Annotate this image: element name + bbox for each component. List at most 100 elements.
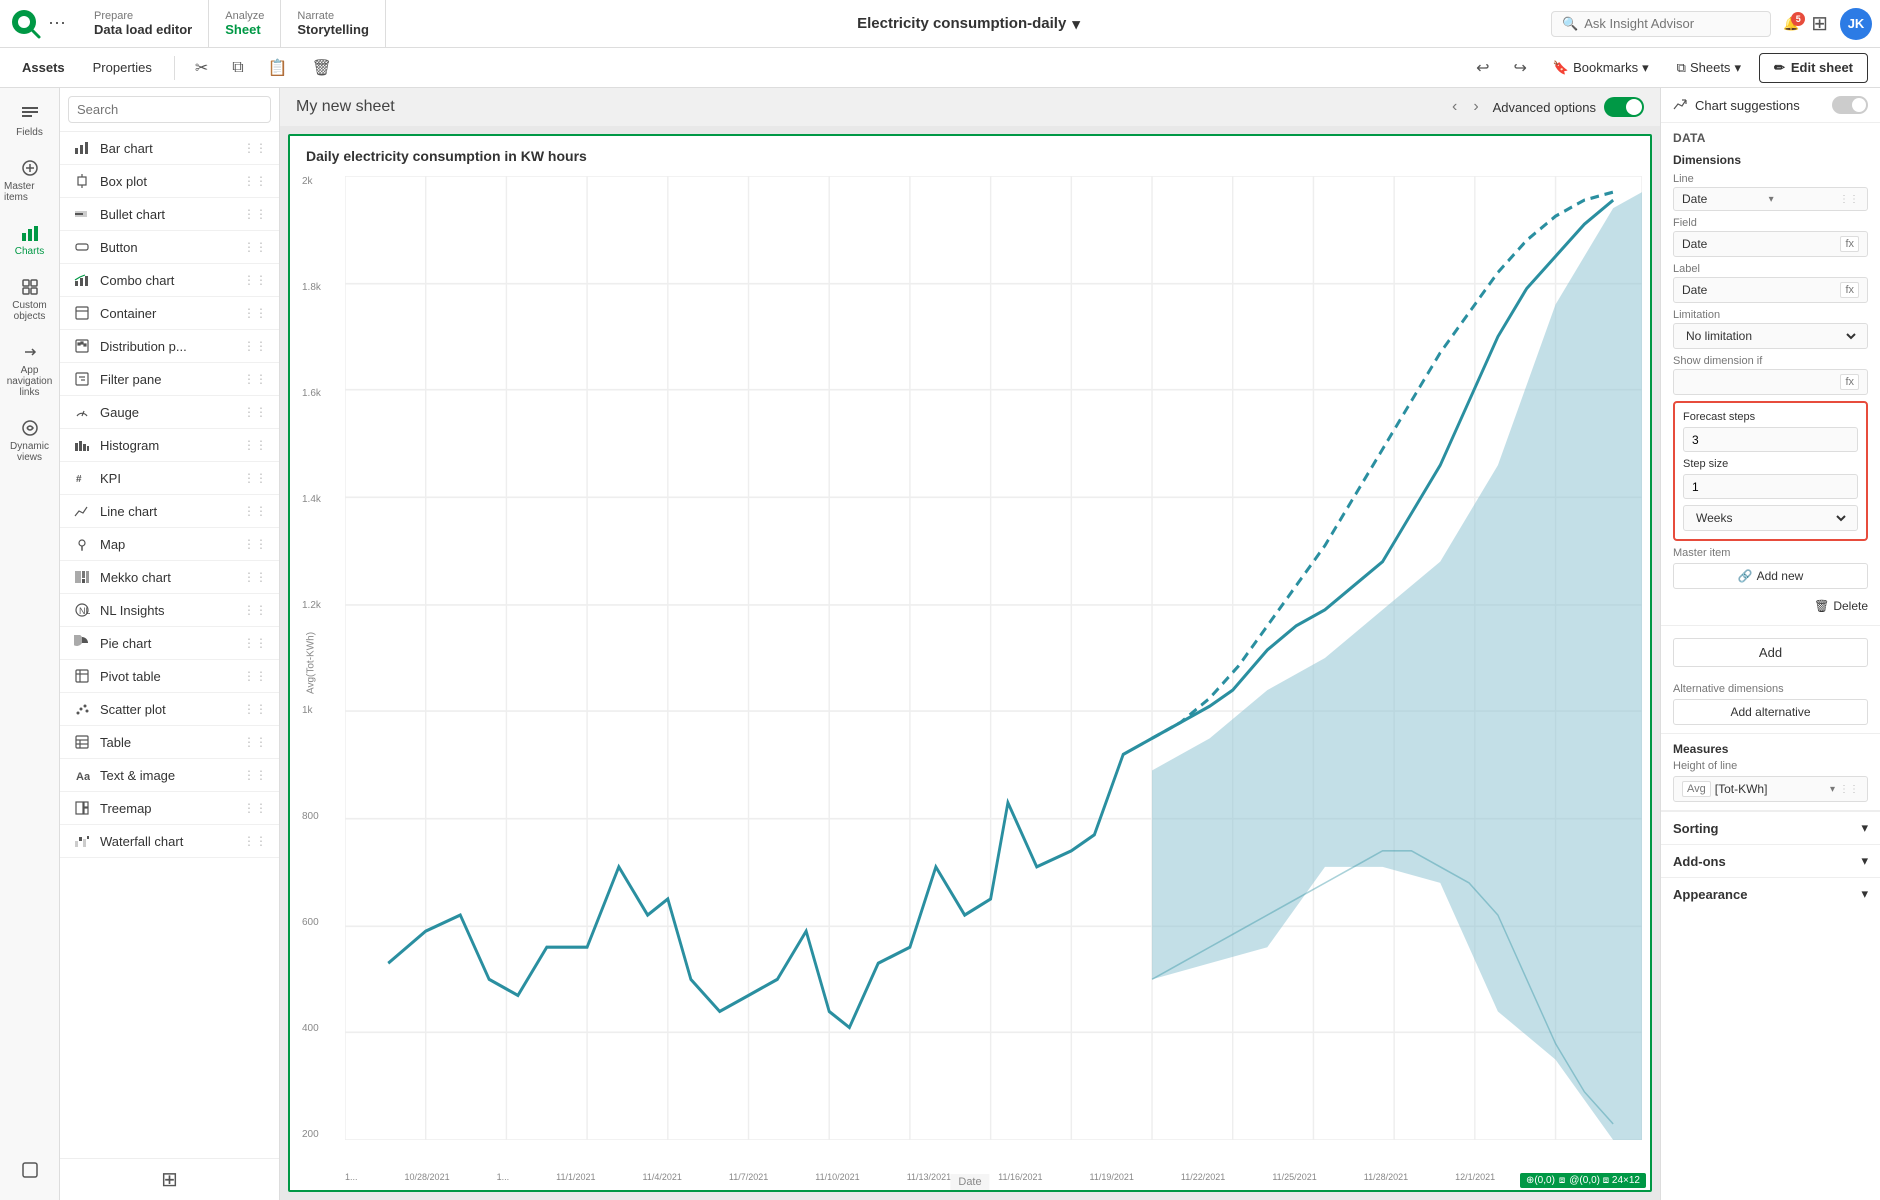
- drag-handle-icon[interactable]: ⋮⋮: [243, 735, 267, 749]
- chart-item-mekko[interactable]: Mekko chart ⋮⋮: [60, 561, 279, 594]
- add-dimension-button[interactable]: Add: [1673, 638, 1868, 667]
- forecast-steps-field[interactable]: [1692, 433, 1849, 447]
- chart-suggestions-toggle[interactable]: [1832, 96, 1868, 114]
- edit-sheet-button[interactable]: ✏ Edit sheet: [1759, 53, 1868, 83]
- step-size-input[interactable]: [1683, 474, 1858, 499]
- drag-handle-icon[interactable]: ⋮⋮: [243, 141, 267, 155]
- drag-handle-icon[interactable]: ⋮⋮: [243, 834, 267, 848]
- narrate-section[interactable]: Narrate Storytelling: [281, 0, 386, 48]
- drag-handle-icon[interactable]: ⋮⋮: [243, 207, 267, 221]
- copy-button[interactable]: ⧉: [224, 55, 251, 81]
- chart-item-bar-chart[interactable]: Bar chart ⋮⋮: [60, 132, 279, 165]
- user-avatar[interactable]: JK: [1840, 8, 1872, 40]
- more-options-icon[interactable]: ⋯: [48, 13, 66, 34]
- prev-arrow[interactable]: ‹: [1446, 96, 1463, 118]
- sidebar-item-fields[interactable]: Fields: [0, 96, 59, 146]
- label-fx-button[interactable]: fx: [1840, 282, 1859, 298]
- drag-handle-icon[interactable]: ⋮⋮: [243, 669, 267, 683]
- limitation-dropdown[interactable]: No limitation: [1682, 328, 1859, 344]
- chart-item-bullet-chart[interactable]: Bullet chart ⋮⋮: [60, 198, 279, 231]
- drag-handle-icon[interactable]: ⋮⋮: [243, 174, 267, 188]
- appearance-section[interactable]: Appearance ▾: [1661, 877, 1880, 910]
- chart-item-filter-pane[interactable]: Filter pane ⋮⋮: [60, 363, 279, 396]
- chart-item-table[interactable]: Table ⋮⋮: [60, 726, 279, 759]
- chart-coords: ⊕(0,0) ⧈ @(0,0) ⧈ 24×12: [1520, 1173, 1646, 1188]
- chart-item-nl-insights[interactable]: NL NL Insights ⋮⋮: [60, 594, 279, 627]
- chart-item-map[interactable]: Map ⋮⋮: [60, 528, 279, 561]
- chart-suggestions-button[interactable]: Chart suggestions: [1673, 97, 1800, 113]
- drag-handle-icon[interactable]: ⋮⋮: [243, 537, 267, 551]
- drag-handle-icon[interactable]: ⋮⋮: [243, 405, 267, 419]
- chart-item-kpi[interactable]: # KPI ⋮⋮: [60, 462, 279, 495]
- sheets-button[interactable]: ⧉ Sheets ▾: [1667, 56, 1751, 80]
- chart-item-waterfall[interactable]: Waterfall chart ⋮⋮: [60, 825, 279, 858]
- chart-item-line-chart[interactable]: Line chart ⋮⋮: [60, 495, 279, 528]
- paste-button[interactable]: 📋: [260, 54, 296, 82]
- drag-handle-icon[interactable]: ⋮⋮: [243, 240, 267, 254]
- next-arrow[interactable]: ›: [1467, 96, 1484, 118]
- bookmarks-button[interactable]: 🔖 Bookmarks ▾: [1543, 56, 1659, 80]
- assets-button[interactable]: Assets: [12, 56, 75, 79]
- drag-handle-icon[interactable]: ⋮⋮: [243, 273, 267, 287]
- drag-handle-icon[interactable]: ⋮⋮: [243, 471, 267, 485]
- undo-button[interactable]: ↩: [1468, 54, 1497, 82]
- show-dim-if-fx-button[interactable]: fx: [1840, 374, 1859, 390]
- add-new-button[interactable]: 🔗 Add new: [1673, 563, 1868, 589]
- weeks-dropdown[interactable]: Weeks Days Months: [1692, 510, 1849, 526]
- prepare-section[interactable]: Prepare Data load editor: [78, 0, 209, 48]
- add-alternative-button[interactable]: Add alternative: [1673, 699, 1868, 725]
- drag-handle-icon[interactable]: ⋮⋮: [243, 768, 267, 782]
- add-chart-button[interactable]: ⊞: [161, 1167, 178, 1192]
- chart-item-gauge[interactable]: Gauge ⋮⋮: [60, 396, 279, 429]
- drag-handle-icon[interactable]: ⋮⋮: [243, 603, 267, 617]
- drag-handle-icon[interactable]: ⋮⋮: [243, 702, 267, 716]
- drag-handle-icon[interactable]: ⋮⋮: [243, 504, 267, 518]
- line-dropdown[interactable]: Date ▾ ⋮⋮: [1673, 187, 1868, 211]
- chart-item-distribution[interactable]: Distribution p... ⋮⋮: [60, 330, 279, 363]
- analyze-section[interactable]: Analyze Sheet: [209, 0, 281, 48]
- chart-item-button[interactable]: Button ⋮⋮: [60, 231, 279, 264]
- chart-item-pie-chart[interactable]: Pie chart ⋮⋮: [60, 627, 279, 660]
- field-fx-button[interactable]: fx: [1840, 236, 1859, 252]
- drag-handle-icon[interactable]: ⋮⋮: [243, 339, 267, 353]
- cut-button[interactable]: ✂: [187, 54, 216, 82]
- drag-handle-icon[interactable]: ⋮⋮: [243, 306, 267, 320]
- sidebar-item-charts[interactable]: Charts: [0, 215, 59, 265]
- sorting-section[interactable]: Sorting ▾: [1661, 811, 1880, 844]
- sidebar-item-app-nav-links[interactable]: App navigation links: [0, 334, 59, 406]
- grid-icon[interactable]: ⊞: [1811, 11, 1828, 36]
- chart-item-container[interactable]: Container ⋮⋮: [60, 297, 279, 330]
- drag-handle-icon[interactable]: ⋮⋮: [243, 372, 267, 386]
- chart-item-text-image[interactable]: Aa Text & image ⋮⋮: [60, 759, 279, 792]
- chart-item-scatter-plot[interactable]: Scatter plot ⋮⋮: [60, 693, 279, 726]
- redo-button[interactable]: ↪: [1506, 54, 1535, 82]
- delete-button[interactable]: 🗑 Delete: [1673, 595, 1868, 617]
- advanced-options-toggle[interactable]: [1604, 97, 1644, 117]
- drag-handle-icon[interactable]: ⋮⋮: [243, 636, 267, 650]
- insight-advisor-search[interactable]: 🔍: [1551, 11, 1771, 37]
- step-size-field[interactable]: [1692, 480, 1849, 494]
- app-title[interactable]: Electricity consumption-daily ▾: [857, 15, 1080, 33]
- sidebar-item-bottom[interactable]: [0, 1152, 60, 1188]
- addons-section[interactable]: Add-ons ▾: [1661, 844, 1880, 877]
- chart-item-treemap[interactable]: Treemap ⋮⋮: [60, 792, 279, 825]
- drag-handle-icon[interactable]: ⋮⋮: [243, 438, 267, 452]
- sidebar-item-custom-objects[interactable]: Custom objects: [0, 269, 59, 330]
- notification-bell[interactable]: 🔔 5: [1783, 16, 1799, 32]
- weeks-select-row[interactable]: Weeks Days Months: [1683, 505, 1858, 531]
- map-icon: [72, 536, 92, 552]
- delete-button[interactable]: 🗑: [304, 54, 340, 82]
- chart-item-box-plot[interactable]: Box plot ⋮⋮: [60, 165, 279, 198]
- drag-handle-icon[interactable]: ⋮⋮: [243, 570, 267, 584]
- chart-item-combo-chart[interactable]: Combo chart ⋮⋮: [60, 264, 279, 297]
- chart-item-histogram[interactable]: Histogram ⋮⋮: [60, 429, 279, 462]
- properties-button[interactable]: Properties: [83, 56, 162, 79]
- sidebar-item-dynamic-views[interactable]: Dynamic views: [0, 410, 59, 471]
- charts-search-input[interactable]: [68, 96, 271, 123]
- chart-item-pivot-table[interactable]: Pivot table ⋮⋮: [60, 660, 279, 693]
- forecast-steps-input[interactable]: [1683, 427, 1858, 452]
- drag-handle-icon[interactable]: ⋮⋮: [243, 801, 267, 815]
- search-input[interactable]: [1584, 16, 1734, 31]
- limitation-select[interactable]: No limitation: [1673, 323, 1868, 349]
- sidebar-item-master-items[interactable]: Master items: [0, 150, 59, 211]
